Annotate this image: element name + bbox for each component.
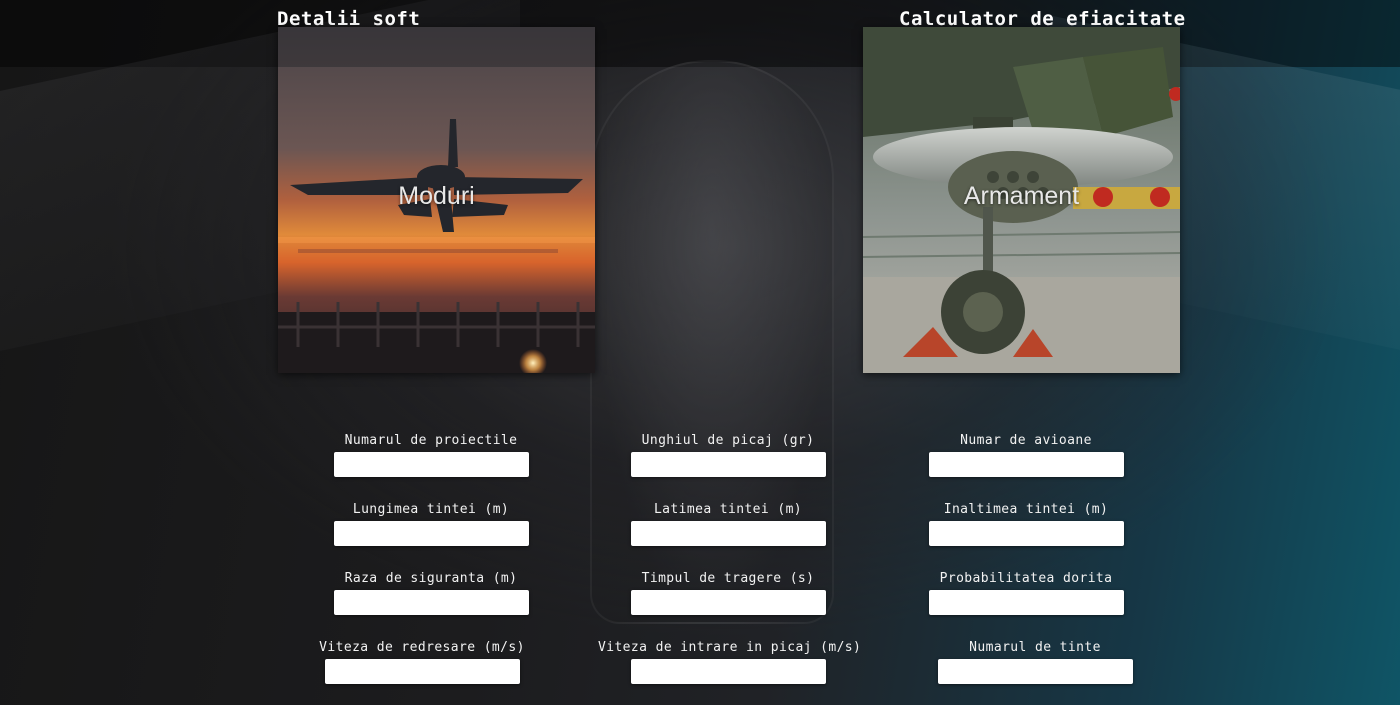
input-numar-de-avioane[interactable] xyxy=(928,452,1124,477)
label-latimea-tintei: Latimea tintei (m) xyxy=(653,502,803,517)
field-timpul-de-tragere: Timpul de tragere (s) xyxy=(598,571,858,615)
input-latimea-tintei[interactable] xyxy=(630,521,826,546)
armament-card[interactable]: Armament xyxy=(863,27,1180,373)
field-inaltimea-tintei: Inaltimea tintei (m) xyxy=(896,502,1156,546)
field-numarul-de-proiectile: Numarul de proiectile xyxy=(301,433,561,477)
field-viteza-de-redresare: Viteza de redresare (m/s) xyxy=(292,640,552,684)
field-lungimea-tintei: Lungimea tintei (m) xyxy=(301,502,561,546)
input-viteza-de-redresare[interactable] xyxy=(324,659,520,684)
field-numar-de-avioane: Numar de avioane xyxy=(896,433,1156,477)
input-raza-de-siguranta[interactable] xyxy=(333,590,529,615)
field-unghiul-de-picaj: Unghiul de picaj (gr) xyxy=(598,433,858,477)
input-timpul-de-tragere[interactable] xyxy=(630,590,826,615)
label-numar-de-avioane: Numar de avioane xyxy=(960,433,1092,448)
label-viteza-de-redresare: Viteza de redresare (m/s) xyxy=(319,640,525,655)
input-inaltimea-tintei[interactable] xyxy=(928,521,1124,546)
field-probabilitatea-dorita: Probabilitatea dorita xyxy=(896,571,1156,615)
field-latimea-tintei: Latimea tintei (m) xyxy=(598,502,858,546)
input-probabilitatea-dorita[interactable] xyxy=(928,590,1124,615)
armament-label: Armament xyxy=(963,182,1080,210)
label-numarul-de-tinte: Numarul de tinte xyxy=(969,640,1101,655)
input-numarul-de-tinte[interactable] xyxy=(937,659,1133,684)
input-unghiul-de-picaj[interactable] xyxy=(630,452,826,477)
label-timpul-de-tragere: Timpul de tragere (s) xyxy=(641,571,815,586)
label-unghiul-de-picaj: Unghiul de picaj (gr) xyxy=(641,433,815,448)
label-numarul-de-proiectile: Numarul de proiectile xyxy=(344,433,518,448)
field-viteza-de-intrare-in-picaj: Viteza de intrare in picaj (m/s) xyxy=(598,640,862,684)
input-viteza-de-intrare-in-picaj[interactable] xyxy=(630,659,826,684)
input-numarul-de-proiectile[interactable] xyxy=(333,452,529,477)
field-raza-de-siguranta: Raza de siguranta (m) xyxy=(301,571,561,615)
field-numarul-de-tinte: Numarul de tinte xyxy=(905,640,1165,684)
label-raza-de-siguranta: Raza de siguranta (m) xyxy=(344,571,518,586)
label-lungimea-tintei: Lungimea tintei (m) xyxy=(352,502,510,517)
label-viteza-de-intrare-in-picaj: Viteza de intrare in picaj (m/s) xyxy=(598,640,862,655)
moduri-card[interactable]: Moduri xyxy=(278,27,595,373)
input-lungimea-tintei[interactable] xyxy=(333,521,529,546)
label-inaltimea-tintei: Inaltimea tintei (m) xyxy=(943,502,1109,517)
top-band xyxy=(0,0,1400,67)
label-probabilitatea-dorita: Probabilitatea dorita xyxy=(939,571,1113,586)
moduri-label: Moduri xyxy=(398,182,475,210)
